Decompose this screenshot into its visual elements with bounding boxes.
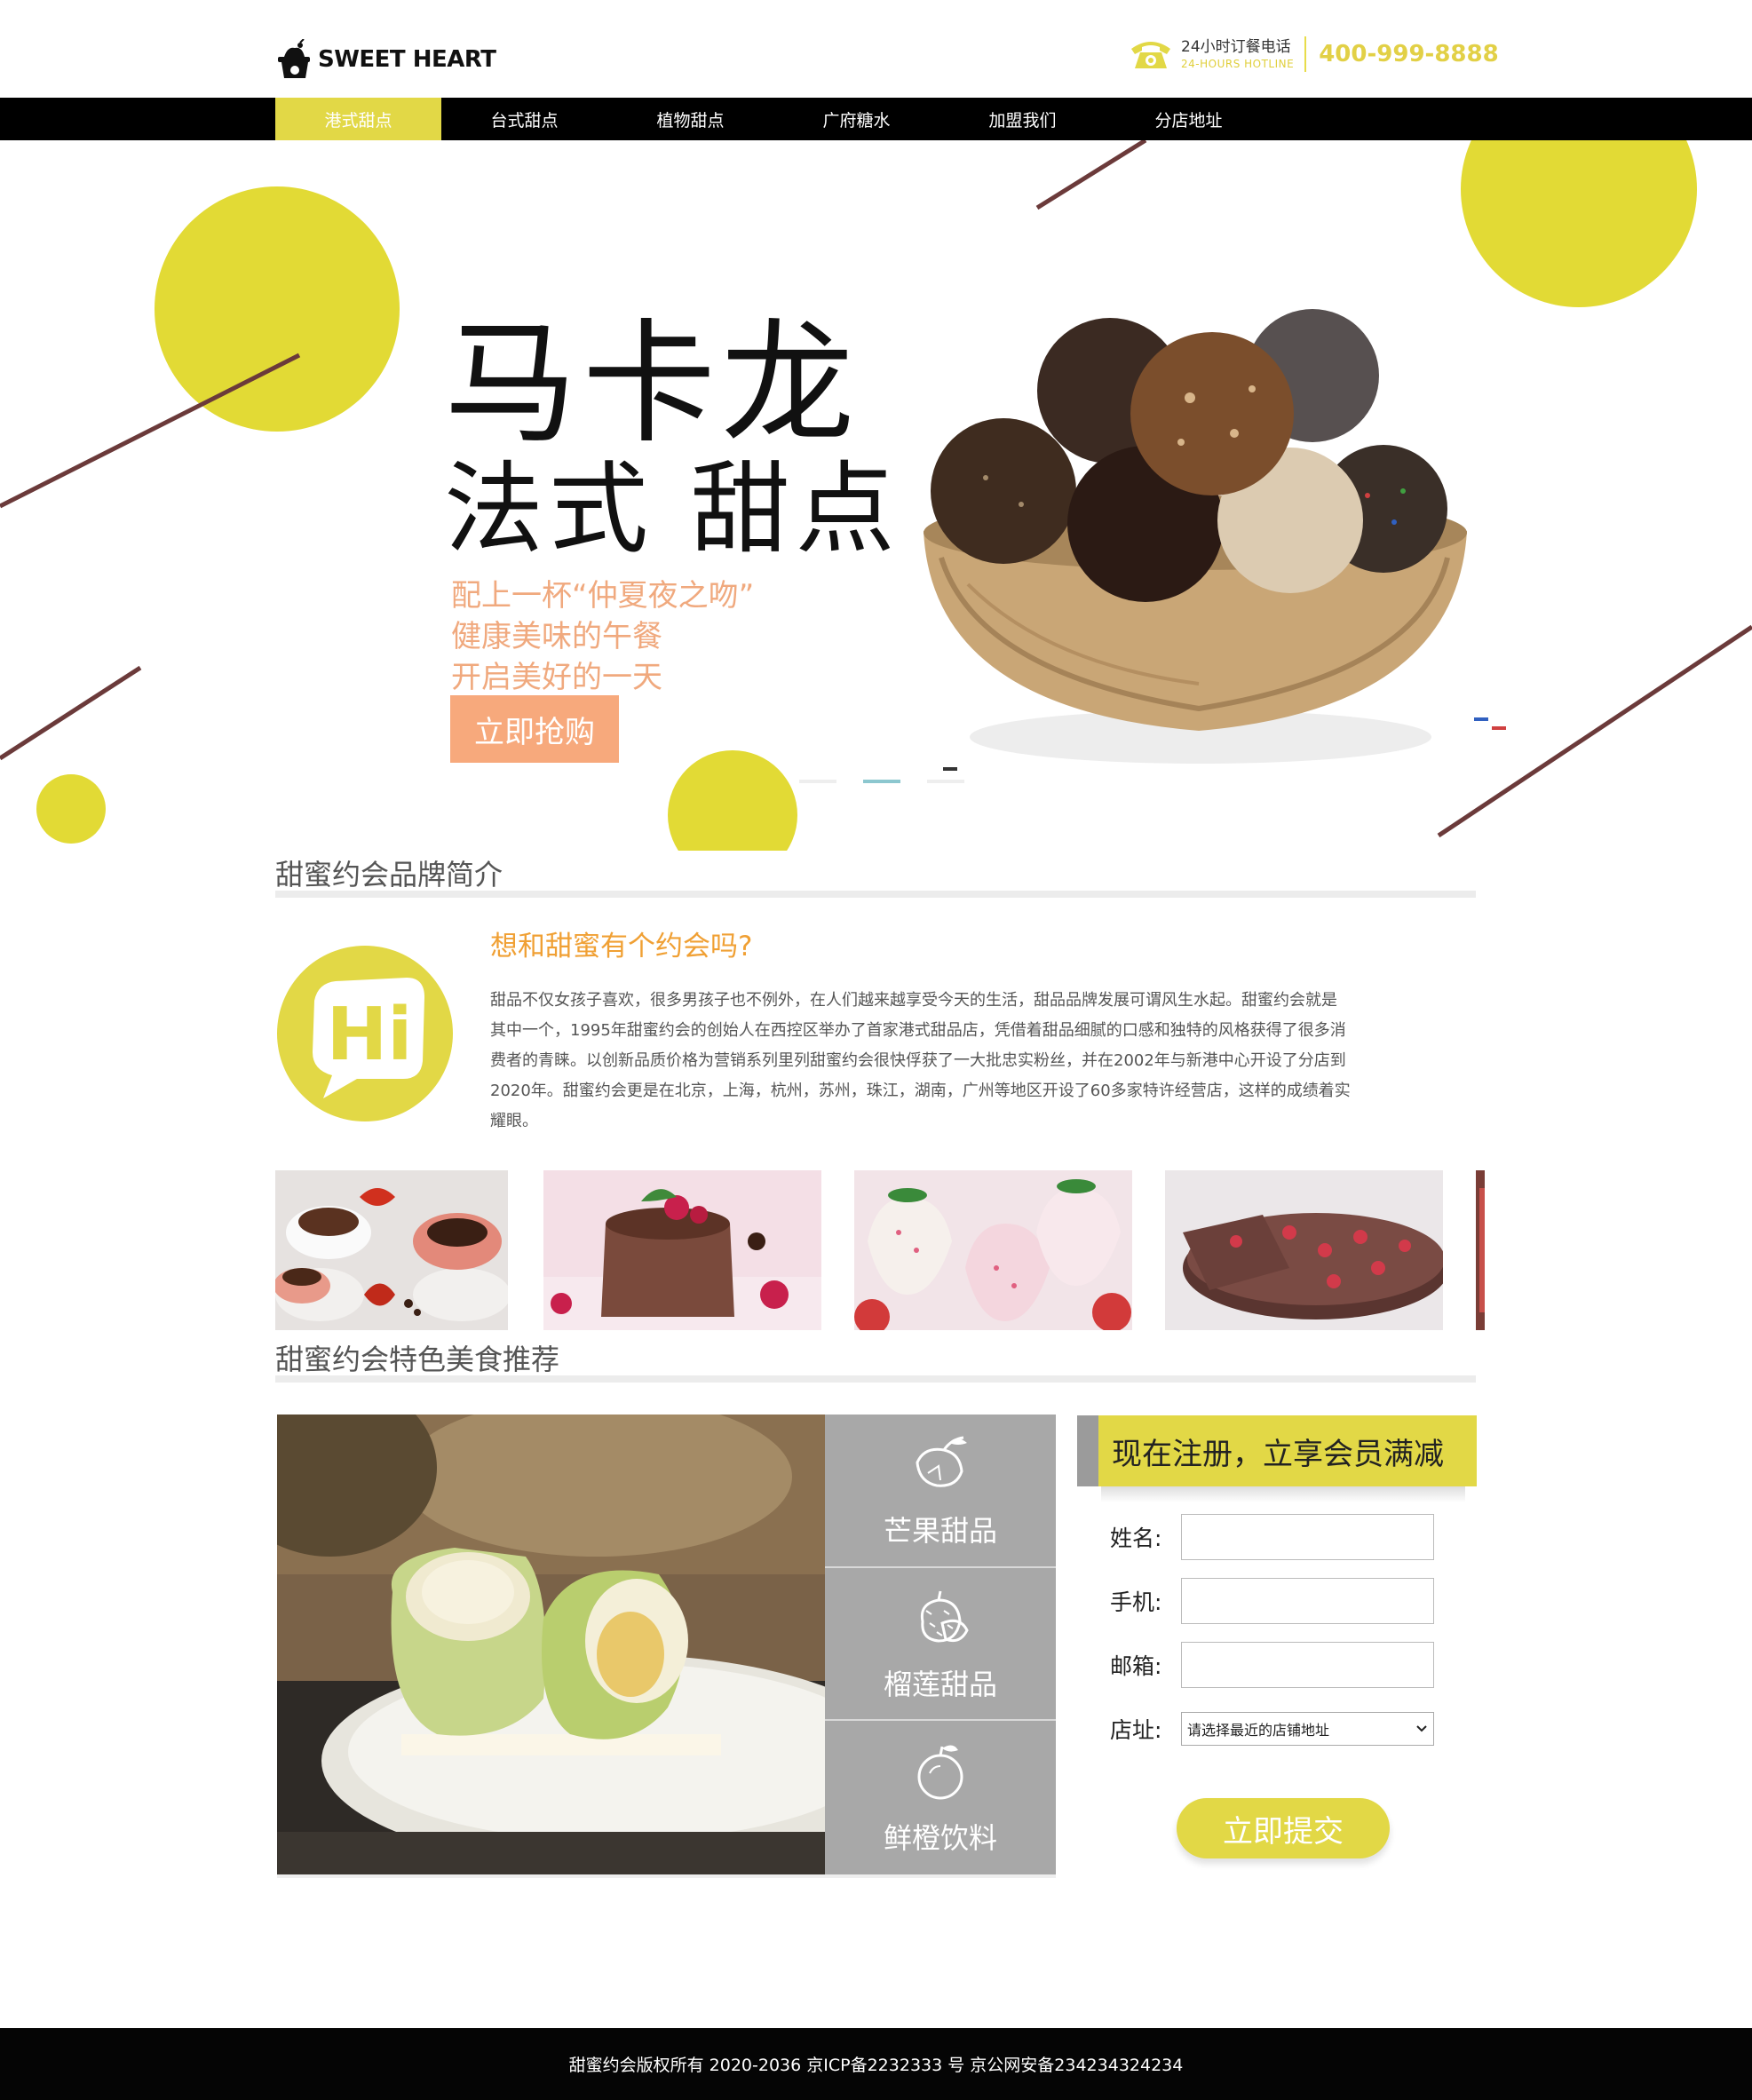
phone-label: 手机: [1110, 1589, 1162, 1615]
email-row: 邮箱: [1110, 1642, 1434, 1688]
main-nav: 港式甜点 台式甜点 植物甜点 广府糖水 加盟我们 分店地址 [0, 98, 1752, 140]
gallery-image-chocolate-cups[interactable] [275, 1170, 508, 1330]
logo-text: SWEET HEART [318, 46, 496, 73]
hi-badge-icon: Hi [277, 946, 453, 1121]
nav-item-plant-desserts[interactable]: 植物甜点 [607, 98, 773, 140]
recommend-section-title: 甜蜜约会特色美食推荐 [275, 1343, 560, 1376]
hero-banner: 马卡龙 法式 甜点 配上一杯“仲夏夜之吻” 健康美味的午餐 开启美好的一天 立即… [0, 140, 1752, 851]
recommend-section-divider [275, 1375, 1476, 1383]
email-label: 邮箱: [1110, 1653, 1162, 1679]
category-mango[interactable]: 芒果甜品 [825, 1415, 1056, 1568]
cupcake-icon [275, 38, 314, 80]
hotline-number[interactable]: 400-999-8888 [1319, 41, 1499, 67]
gallery-image-strawberries[interactable] [854, 1170, 1132, 1330]
store-select-value: 请选择最近的店铺地址 [1187, 1722, 1330, 1739]
hotline: 24小时订餐电话 24-HOURS HOTLINE 400-999-8888 [1128, 34, 1499, 75]
register-title: 现在注册，立享会员满减 [1077, 1415, 1477, 1486]
name-field[interactable] [1181, 1514, 1434, 1560]
gallery-image-chocolate-mousse[interactable] [543, 1170, 821, 1330]
email-field[interactable] [1181, 1642, 1434, 1688]
banner-title-french-dessert: 法式 甜点 [444, 452, 900, 567]
nav-item-franchise[interactable]: 加盟我们 [939, 98, 1106, 140]
durian-icon [920, 1590, 969, 1643]
nav-item-sweet-soup[interactable]: 广府糖水 [773, 98, 939, 140]
gallery-image-partial[interactable] [1476, 1170, 1485, 1330]
feature-shadow [277, 1874, 1056, 1878]
category-durian[interactable]: 榴莲甜品 [825, 1567, 1056, 1722]
brand-section-divider [275, 891, 1476, 898]
phone-row: 手机: [1110, 1578, 1434, 1624]
store-select[interactable]: 请选择最近的店铺地址 [1181, 1712, 1434, 1746]
brand-section-title: 甜蜜约会品牌简介 [275, 858, 503, 892]
slide-dot[interactable] [799, 780, 836, 783]
phone-field[interactable] [1181, 1578, 1434, 1624]
slide-dot[interactable] [927, 780, 964, 783]
name-label: 姓名: [1110, 1525, 1162, 1551]
store-row: 店址: 请选择最近的店铺地址 [1110, 1712, 1434, 1746]
slide-indicators [799, 780, 964, 783]
category-label: 鲜橙饮料 [883, 1821, 997, 1856]
phone-icon [1128, 36, 1174, 72]
hotline-label-en: 24-HOURS HOTLINE [1181, 57, 1295, 70]
mango-icon [916, 1436, 967, 1487]
orange-icon [917, 1745, 963, 1800]
slide-dot-active[interactable] [863, 780, 900, 783]
nav-item-hk-desserts[interactable]: 港式甜点 [275, 98, 441, 140]
banner-subtitle: 配上一杯“仲夏夜之吻” 健康美味的午餐 开启美好的一天 [451, 575, 754, 698]
intro-paragraph: 甜品不仅女孩子喜欢，很多男孩子也不例外，在人们越来越享受今天的生活，甜品品牌发展… [490, 991, 1351, 1130]
copyright-text: 甜蜜约会版权所有 2020-2036 京ICP备2232333 号 京公网安备2… [568, 2056, 1184, 2075]
nav-item-tw-desserts[interactable]: 台式甜点 [441, 98, 607, 140]
category-label: 榴莲甜品 [883, 1667, 997, 1701]
gallery-image-chocolate-cake[interactable] [1165, 1170, 1443, 1330]
nav-items: 港式甜点 台式甜点 植物甜点 广府糖水 加盟我们 分店地址 [275, 98, 1272, 140]
banner-title-macaron: 马卡龙 [444, 307, 860, 462]
category-list: 芒果甜品 榴莲甜品 鲜橙饮料 [825, 1415, 1056, 1874]
hotline-label: 24小时订餐电话 [1181, 37, 1291, 56]
submit-button[interactable]: 立即提交 [1177, 1798, 1390, 1858]
chevron-down-icon [1416, 1725, 1427, 1732]
banner-subtitle-line: 开启美好的一天 [451, 660, 662, 695]
intro-heading: 想和甜蜜有个约会吗? [490, 931, 753, 963]
featured-dessert-image[interactable] [277, 1415, 825, 1874]
category-label: 芒果甜品 [883, 1514, 997, 1549]
store-label: 店址: [1110, 1717, 1162, 1743]
register-title-shadow [1101, 1486, 1465, 1502]
buy-now-button[interactable]: 立即抢购 [450, 695, 619, 763]
banner-subtitle-line: 配上一杯“仲夏夜之吻” [451, 578, 755, 614]
site-footer: 甜蜜约会版权所有 2020-2036 京ICP备2232333 号 京公网安备2… [0, 2028, 1752, 2100]
hi-badge-text: Hi [327, 993, 413, 1077]
site-header: SWEET HEART 24小时订餐电话 24-HOURS HOTLINE 40… [0, 0, 1752, 98]
banner-subtitle-line: 健康美味的午餐 [451, 619, 662, 654]
dessert-gallery [275, 1170, 1485, 1330]
truffle-bowl-image [924, 309, 1506, 771]
name-row: 姓名: [1110, 1514, 1434, 1560]
hotline-labels: 24小时订餐电话 24-HOURS HOTLINE [1181, 36, 1307, 72]
logo[interactable]: SWEET HEART [275, 37, 496, 82]
category-orange-drink[interactable]: 鲜橙饮料 [825, 1721, 1056, 1874]
nav-item-stores[interactable]: 分店地址 [1106, 98, 1272, 140]
